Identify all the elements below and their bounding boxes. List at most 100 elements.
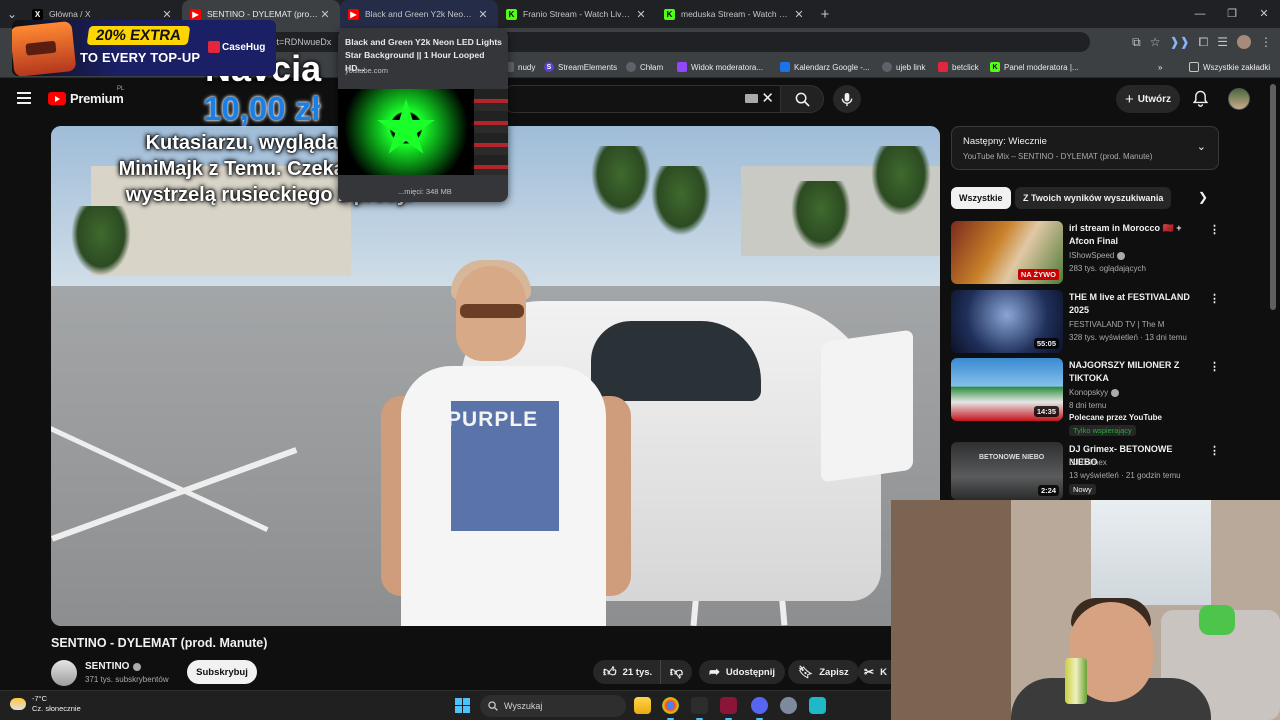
minimize-icon[interactable]: — — [1184, 0, 1216, 28]
extensions-puzzle-icon[interactable]: ⧠ — [1199, 35, 1209, 50]
new-tab-button[interactable]: + — [814, 6, 836, 23]
install-app-icon[interactable]: ⧉ — [1132, 35, 1141, 50]
channel-name-link[interactable]: SENTINO — [85, 661, 142, 672]
tab-neon-led[interactable]: ▶ Black and Green Y2k Neon LED ✕ — [340, 0, 498, 28]
streamer-webcam — [891, 500, 1280, 720]
bookmark-label: Wszystkie zakładki — [1203, 62, 1271, 72]
account-avatar[interactable] — [1228, 88, 1250, 110]
notepad-icon[interactable] — [809, 697, 826, 714]
recommendation-item[interactable]: 55:05 THE M live at FESTIVALAND 2025 FES… — [951, 290, 1221, 354]
bookmark-ujeb-link[interactable]: ujeb link — [882, 56, 925, 78]
reading-list-icon[interactable]: ☰ — [1217, 35, 1228, 49]
preview-sidebar-image — [474, 89, 508, 175]
voice-search-button[interactable] — [833, 85, 861, 113]
bookmark-star-icon[interactable]: ☆ — [1150, 35, 1161, 49]
more-options-icon[interactable]: ⋮ — [1209, 223, 1220, 236]
close-window-icon[interactable]: ✕ — [1248, 0, 1280, 28]
close-tab-icon[interactable]: ✕ — [318, 8, 332, 21]
search-input[interactable]: ✕ — [500, 85, 780, 113]
chip-all[interactable]: Wszystkie — [951, 187, 1011, 209]
ad-tagline: TO EVERY TOP-UP — [80, 50, 201, 65]
globe-icon — [626, 62, 636, 72]
bookmark-label: Panel moderatora |... — [1004, 62, 1079, 72]
taskbar-search[interactable]: Wyszukaj — [480, 695, 626, 717]
more-options-icon[interactable]: ⋮ — [1209, 292, 1220, 305]
search-button[interactable] — [780, 85, 824, 113]
video-thumbnail[interactable]: NA ŻYWO — [951, 221, 1063, 284]
notifications-bell-icon[interactable] — [1193, 90, 1208, 107]
recommendation-item[interactable]: BETONOWE NIEBO 2:24 DJ Grimex- BETONOWE … — [951, 442, 1221, 502]
youtube-logo[interactable]: Premium — [48, 91, 124, 106]
close-tab-icon[interactable]: ✕ — [476, 8, 490, 21]
clear-search-icon[interactable]: ✕ — [761, 89, 774, 107]
overflow-label: » — [1158, 62, 1163, 72]
video-thumbnail[interactable]: 14:35 — [951, 358, 1063, 421]
ad-brand: CaseHug — [222, 42, 266, 53]
bookmark-kick-mod[interactable]: K Panel moderatora |... — [990, 56, 1079, 78]
create-button[interactable]: + Utwórz — [1116, 85, 1180, 113]
like-count: 21 tys. — [622, 666, 653, 678]
discord-icon[interactable] — [751, 697, 768, 720]
all-bookmarks-button[interactable]: Wszystkie zakładki — [1189, 56, 1270, 78]
more-options-icon[interactable]: ⋮ — [1209, 360, 1220, 373]
recommendation-channel: IShowSpeed — [1069, 251, 1126, 260]
video-thumbnail[interactable]: BETONOWE NIEBO 2:24 — [951, 442, 1063, 500]
chrome-icon[interactable] — [662, 697, 679, 720]
maximize-icon[interactable]: ❐ — [1216, 0, 1248, 28]
recommendation-item[interactable]: 14:35 NAJGORSZY MILIONER Z TIKTOKA Konop… — [951, 358, 1221, 438]
save-label: Zapisz — [819, 666, 849, 678]
subscribe-button[interactable]: Subskrybuj — [187, 660, 257, 684]
file-explorer-icon[interactable] — [634, 697, 651, 714]
recommendation-meta: 8 dni temu — [1069, 401, 1107, 410]
bookmark-label: Widok moderatora... — [691, 62, 764, 72]
channel-avatar[interactable] — [51, 660, 77, 686]
tab-meduska-stream[interactable]: K meduska Stream - Watch Live o ✕ — [656, 0, 814, 28]
app-icon[interactable] — [720, 697, 737, 720]
extension-icon[interactable]: ❱❱ — [1170, 35, 1190, 49]
dislike-button[interactable]: 👎︎ — [660, 660, 692, 684]
youtube-play-icon — [48, 92, 66, 105]
windows-start-icon[interactable] — [455, 698, 470, 713]
page-scrollbar[interactable] — [1270, 84, 1276, 310]
chevron-down-icon[interactable]: ⌄ — [1197, 140, 1206, 153]
url-text: st=RDNwueDx — [272, 37, 332, 47]
bookmark-betclick[interactable]: betclick — [938, 56, 979, 78]
weather-widget[interactable]: -7°C Cz. słonecznie — [10, 694, 81, 714]
video-scene-palm — [71, 206, 131, 276]
bookmark-calendar[interactable]: Kalendarz Google -... — [780, 56, 870, 78]
kick-icon: K — [664, 8, 675, 20]
partly-sunny-icon — [10, 698, 26, 710]
menu-icon[interactable] — [17, 92, 31, 104]
folder-icon — [1189, 62, 1199, 72]
profile-avatar[interactable] — [1237, 35, 1251, 49]
share-label: Udostępnij — [725, 666, 775, 678]
share-button[interactable]: ➦ Udostępnij — [699, 660, 785, 684]
like-button[interactable]: 👍︎ 21 tys. — [593, 660, 661, 684]
tab-franio-stream[interactable]: K Franio Stream - Watch Live on ✕ — [498, 0, 656, 28]
bookmark-nudy[interactable]: nudy — [504, 56, 535, 78]
close-tab-icon[interactable]: ✕ — [634, 8, 648, 21]
clip-button[interactable]: ✂ K — [858, 660, 891, 684]
recommendation-channel: DJ Grimex — [1069, 458, 1107, 467]
close-tab-icon[interactable]: ✕ — [160, 8, 174, 21]
bookmarks-overflow-button[interactable]: » — [1158, 56, 1162, 78]
keyboard-icon[interactable] — [745, 94, 758, 103]
chevron-right-icon[interactable]: ❯ — [1198, 190, 1208, 204]
webcam-plush — [1199, 605, 1235, 635]
video-thumbnail[interactable]: 55:05 — [951, 290, 1063, 353]
youtube-header: Premium PL ✕ + Utwórz — [0, 78, 1280, 122]
more-options-icon[interactable]: ⋮ — [1209, 444, 1220, 457]
save-button[interactable]: 🔖︎ Zapisz — [788, 660, 859, 684]
recommendation-title: irl stream in Morocco 🇲🇦 + Afcon Final — [1069, 223, 1182, 246]
browser-menu-icon[interactable]: ⋮ — [1260, 35, 1272, 49]
bookmark-twitch-mod[interactable]: Widok moderatora... — [677, 56, 763, 78]
bookmark-chlam[interactable]: Chłam — [626, 56, 663, 78]
recommendation-item[interactable]: NA ŻYWO irl stream in Morocco 🇲🇦 + Afcon… — [951, 221, 1221, 285]
mix-playlist-header[interactable]: Następny: Wiecznie YouTube Mix – SENTINO… — [951, 126, 1219, 170]
close-tab-icon[interactable]: ✕ — [792, 8, 806, 21]
screen: ⌄ X Główna / X ✕ ▶ SENTINO - DYLEMAT (pr… — [0, 0, 1280, 720]
bookmark-streamelements[interactable]: S StreamElements — [544, 56, 617, 78]
chip-search-results[interactable]: Z Twoich wyników wyszukiwania — [1015, 187, 1172, 209]
settings-gear-icon[interactable] — [780, 697, 797, 714]
obs-icon[interactable] — [691, 697, 708, 720]
